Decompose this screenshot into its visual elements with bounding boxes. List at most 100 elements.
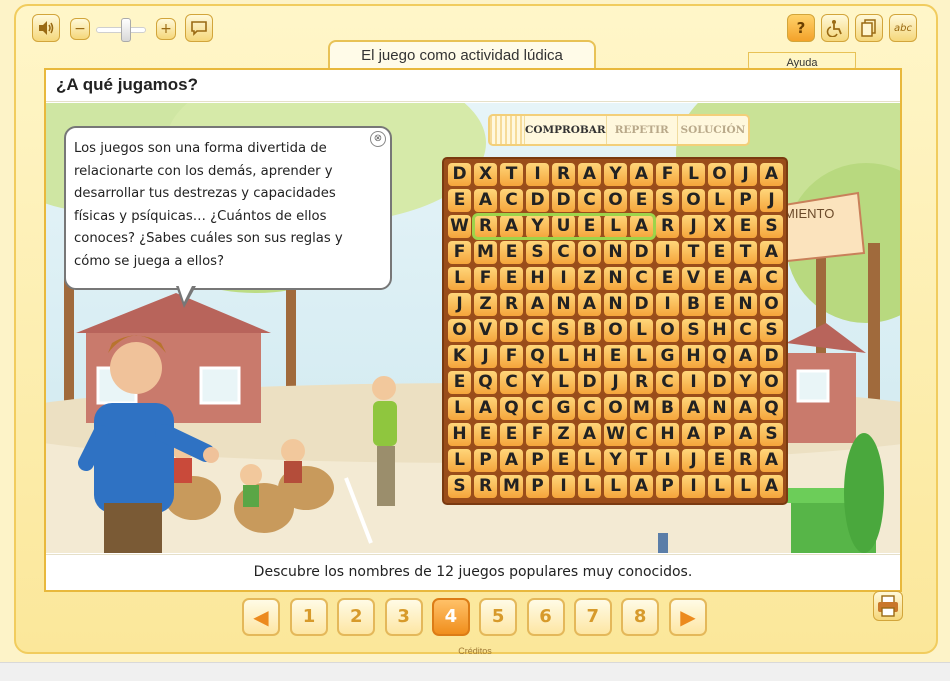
grid-cell[interactable]: Q <box>526 345 549 368</box>
grid-cell[interactable]: Y <box>526 371 549 394</box>
grid-cell[interactable]: F <box>474 267 497 290</box>
prev-page-button[interactable]: ◀ <box>242 598 280 636</box>
grid-cell[interactable]: L <box>448 267 471 290</box>
credits-link[interactable]: Créditos <box>0 646 950 656</box>
grid-cell[interactable]: S <box>656 189 679 212</box>
grid-cell[interactable]: A <box>578 163 601 186</box>
grid-cell[interactable]: I <box>552 267 575 290</box>
accessibility-button[interactable] <box>821 14 849 42</box>
grid-cell[interactable]: L <box>604 475 627 498</box>
grid-cell[interactable]: C <box>630 267 653 290</box>
grid-cell[interactable]: E <box>604 345 627 368</box>
grid-cell[interactable]: C <box>760 267 783 290</box>
grid-cell[interactable]: N <box>708 397 731 420</box>
repeat-button[interactable]: REPETIR <box>605 116 677 144</box>
page-button-3[interactable]: 3 <box>384 598 423 636</box>
grid-cell[interactable]: Y <box>604 163 627 186</box>
volume-down-button[interactable]: − <box>70 18 90 40</box>
grid-cell[interactable]: R <box>630 371 653 394</box>
grid-cell[interactable]: Q <box>760 397 783 420</box>
grid-cell[interactable]: V <box>682 267 705 290</box>
grid-cell[interactable]: A <box>734 397 757 420</box>
grid-cell[interactable]: E <box>448 189 471 212</box>
grid-cell[interactable]: I <box>656 241 679 264</box>
grid-cell[interactable]: P <box>708 423 731 446</box>
grid-cell[interactable]: N <box>734 293 757 316</box>
grid-cell[interactable]: L <box>448 397 471 420</box>
grid-cell[interactable]: A <box>682 397 705 420</box>
page-button-5[interactable]: 5 <box>479 598 518 636</box>
grid-cell[interactable]: A <box>474 397 497 420</box>
grid-cell[interactable]: A <box>760 241 783 264</box>
grid-cell[interactable]: F <box>526 423 549 446</box>
grid-cell[interactable]: L <box>630 345 653 368</box>
grid-cell[interactable]: A <box>500 215 523 238</box>
grid-cell[interactable]: P <box>526 475 549 498</box>
grid-cell[interactable]: E <box>500 241 523 264</box>
grid-cell[interactable]: P <box>474 449 497 472</box>
grid-cell[interactable]: R <box>552 163 575 186</box>
grid-cell[interactable]: J <box>682 449 705 472</box>
help-button[interactable]: ? <box>787 14 815 42</box>
grid-cell[interactable]: J <box>760 189 783 212</box>
grid-cell[interactable]: R <box>734 449 757 472</box>
grid-cell[interactable]: Z <box>552 423 575 446</box>
check-button[interactable]: COMPROBAR <box>524 116 606 144</box>
grid-cell[interactable]: D <box>526 189 549 212</box>
grid-cell[interactable]: D <box>708 371 731 394</box>
grid-cell[interactable]: L <box>448 449 471 472</box>
grid-cell[interactable]: S <box>760 423 783 446</box>
grid-cell[interactable]: Y <box>526 215 549 238</box>
grid-cell[interactable]: D <box>630 241 653 264</box>
grid-cell[interactable]: E <box>708 267 731 290</box>
page-button-6[interactable]: 6 <box>526 598 565 636</box>
grid-cell[interactable]: A <box>734 345 757 368</box>
grid-cell[interactable]: D <box>552 189 575 212</box>
grid-cell[interactable]: Y <box>604 449 627 472</box>
grid-cell[interactable]: M <box>474 241 497 264</box>
grid-cell[interactable]: C <box>526 397 549 420</box>
grid-cell[interactable]: A <box>526 293 549 316</box>
grid-cell[interactable]: A <box>578 423 601 446</box>
grid-cell[interactable]: B <box>578 319 601 342</box>
grid-cell[interactable]: L <box>630 319 653 342</box>
grid-cell[interactable]: V <box>474 319 497 342</box>
grid-cell[interactable]: T <box>500 163 523 186</box>
grid-cell[interactable]: Q <box>474 371 497 394</box>
grid-cell[interactable]: L <box>578 449 601 472</box>
grid-cell[interactable]: U <box>552 215 575 238</box>
grid-cell[interactable]: A <box>734 423 757 446</box>
grid-cell[interactable]: O <box>682 189 705 212</box>
grid-cell[interactable]: S <box>448 475 471 498</box>
grid-cell[interactable]: K <box>448 345 471 368</box>
grid-cell[interactable]: Q <box>708 345 731 368</box>
grid-cell[interactable]: E <box>708 293 731 316</box>
grid-cell[interactable]: H <box>656 423 679 446</box>
grid-cell[interactable]: L <box>552 345 575 368</box>
grid-cell[interactable]: P <box>656 475 679 498</box>
grid-cell[interactable]: M <box>500 475 523 498</box>
glossary-button[interactable]: abc <box>889 14 917 42</box>
grid-cell[interactable]: E <box>474 423 497 446</box>
grid-cell[interactable]: J <box>682 215 705 238</box>
grid-cell[interactable]: E <box>500 267 523 290</box>
grid-cell[interactable]: A <box>474 189 497 212</box>
grid-cell[interactable]: R <box>474 475 497 498</box>
grid-cell[interactable]: G <box>656 345 679 368</box>
grid-cell[interactable]: O <box>760 293 783 316</box>
grid-cell[interactable]: S <box>526 241 549 264</box>
grid-cell[interactable]: B <box>682 293 705 316</box>
grid-cell[interactable]: C <box>734 319 757 342</box>
grid-cell[interactable]: H <box>708 319 731 342</box>
grid-cell[interactable]: F <box>448 241 471 264</box>
grid-cell[interactable]: E <box>708 449 731 472</box>
grid-cell[interactable]: O <box>578 241 601 264</box>
grid-cell[interactable]: N <box>604 267 627 290</box>
grid-cell[interactable]: D <box>760 345 783 368</box>
grid-cell[interactable]: A <box>760 163 783 186</box>
grid-cell[interactable]: W <box>604 423 627 446</box>
grid-cell[interactable]: F <box>656 163 679 186</box>
grid-cell[interactable]: E <box>734 215 757 238</box>
grid-cell[interactable]: O <box>656 319 679 342</box>
close-icon[interactable]: ⊗ <box>370 131 386 147</box>
